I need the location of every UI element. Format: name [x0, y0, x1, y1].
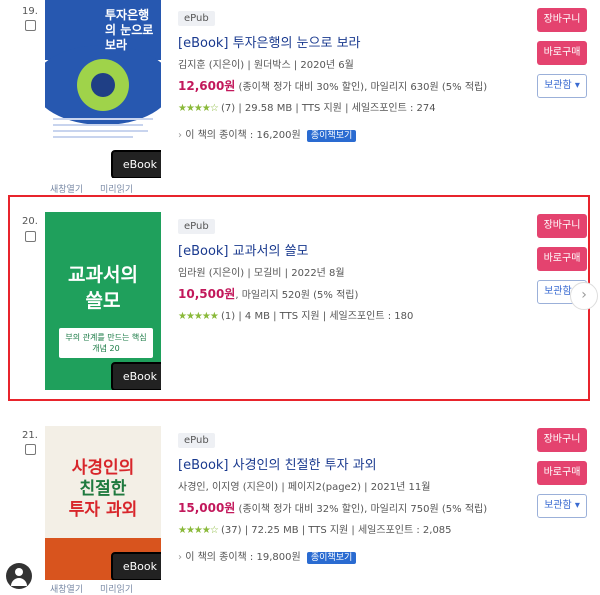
cart-button[interactable]: 장바구니: [537, 8, 587, 32]
ebook-badge: eBook: [110, 362, 161, 390]
price-detail: , 마일리지 520원 (5% 적립): [235, 290, 359, 301]
select-checkbox[interactable]: [25, 444, 36, 455]
buy-button[interactable]: 바로구매: [537, 41, 587, 65]
keep-button[interactable]: 보관함 ▾: [537, 494, 587, 518]
paper-book-button[interactable]: 종이책보기: [306, 130, 357, 142]
paper-book-button[interactable]: 종이책보기: [306, 552, 357, 564]
item-number: 20.: [22, 216, 38, 227]
keep-button[interactable]: 보관함 ▾: [537, 74, 587, 98]
new-window-link[interactable]: 새창열기: [50, 585, 83, 595]
book-meta: 김지훈 (지은이) | 원더박스 | 2020년 6월: [178, 60, 354, 71]
sale-price: 12,600원: [178, 79, 236, 93]
cover-title-line: 친절한: [79, 479, 127, 499]
book-title[interactable]: [eBook] 사경인의 친절한 투자 과외: [178, 454, 528, 473]
action-buttons: 장바구니 바로구매 보관함 ▾: [537, 428, 587, 518]
book-title[interactable]: [eBook] 교과서의 쓸모: [178, 240, 528, 259]
rating-line: ★★★★☆ (37) | 72.25 MB | TTS 지원 | 세일즈포인트 …: [178, 521, 528, 536]
rating-line: ★★★★☆ (7) | 29.58 MB | TTS 지원 | 세일즈포인트 :…: [178, 99, 528, 114]
paper-book-line: › 이 책의 종이책 : 16,200원 종이책보기: [178, 126, 528, 142]
new-window-link[interactable]: 새창열기: [50, 185, 83, 195]
select-checkbox[interactable]: [25, 231, 36, 242]
book-cover[interactable]: 사경인의 친절한 투자 과외 eBook: [45, 426, 161, 580]
book-meta: 사경인, 이지영 (지은이) | 페이지2(page2) | 2021년 11월: [178, 482, 431, 493]
cover-title: 사경인의 친절한 투자 과외: [47, 458, 159, 521]
book-info: ePub [eBook] 사경인의 친절한 투자 과외 사경인, 이지영 (지은…: [178, 428, 528, 564]
buy-button[interactable]: 바로구매: [537, 247, 587, 271]
rating-stars: ★★★★☆: [178, 525, 219, 536]
paper-book-line: › 이 책의 종이책 : 19,800원 종이책보기: [178, 548, 528, 564]
rating-line: ★★★★★ (1) | 4 MB | TTS 지원 | 세일즈포인트 : 180: [178, 307, 528, 322]
cover-title-line: 투자 과외: [68, 500, 138, 520]
cover-title-line: 교과서의: [68, 264, 138, 286]
select-checkbox[interactable]: [25, 20, 36, 31]
paper-price: 이 책의 종이책 : 19,800원: [185, 552, 301, 563]
sale-price: 15,000원: [178, 501, 236, 515]
price-line: 12,600원 (종이책 정가 대비 30% 할인), 마일리지 630원 (5…: [178, 77, 528, 94]
bullet-icon: ›: [178, 130, 182, 141]
cover-title-line: 쓸모: [85, 290, 121, 312]
sale-price: 10,500원: [178, 287, 236, 301]
paper-price: 이 책의 종이책 : 16,200원: [185, 130, 301, 141]
price-detail: (종이책 정가 대비 32% 할인), 마일리지 750원 (5% 적립): [235, 504, 488, 515]
ebook-badge: eBook: [110, 552, 161, 580]
format-badge: ePub: [178, 11, 215, 26]
book-details: (1) | 4 MB | TTS 지원 | 세일즈포인트 : 180: [217, 311, 414, 322]
book-info: ePub [eBook] 교과서의 쓸모 임라원 (지은이) | 모길비 | 2…: [178, 214, 528, 322]
cover-title: 교과서의 쓸모: [45, 262, 161, 314]
price-detail: (종이책 정가 대비 30% 할인), 마일리지 630원 (5% 적립): [235, 82, 488, 93]
bullet-icon: ›: [178, 552, 182, 563]
preview-link[interactable]: 미리읽기: [100, 585, 133, 595]
book-details: (7) | 29.58 MB | TTS 지원 | 세일즈포인트 : 274: [217, 103, 436, 114]
book-title[interactable]: [eBook] 투자은행의 눈으로 보라: [178, 32, 528, 51]
book-details: (37) | 72.25 MB | TTS 지원 | 세일즈포인트 : 2,08…: [217, 525, 452, 536]
rating-stars: ★★★★★: [178, 311, 219, 322]
action-buttons: 장바구니 바로구매 보관함 ▾: [537, 8, 587, 98]
preview-link[interactable]: 미리읽기: [100, 185, 133, 195]
book-info: ePub [eBook] 투자은행의 눈으로 보라 김지훈 (지은이) | 원더…: [178, 6, 528, 142]
price-line: 10,500원, 마일리지 520원 (5% 적립): [178, 285, 528, 302]
rating-stars: ★★★★☆: [178, 103, 219, 114]
buy-button[interactable]: 바로구매: [537, 461, 587, 485]
book-meta: 임라원 (지은이) | 모길비 | 2022년 8월: [178, 268, 345, 279]
cover-subtitle: 부의 관계를 만드는 핵심 개념 20: [59, 328, 153, 358]
cover-links: 새창열기 미리읽기: [50, 182, 147, 195]
item-number: 21.: [22, 430, 38, 441]
format-badge: ePub: [178, 433, 215, 448]
cart-button[interactable]: 장바구니: [537, 214, 587, 238]
price-line: 15,000원 (종이책 정가 대비 32% 할인), 마일리지 750원 (5…: [178, 499, 528, 516]
book-cover[interactable]: 교과서의 쓸모 부의 관계를 만드는 핵심 개념 20 eBook: [45, 212, 161, 390]
format-badge: ePub: [178, 219, 215, 234]
cover-title: 투자은행의 눈으로 보라: [105, 8, 154, 52]
item-number: 19.: [22, 6, 38, 17]
book-cover[interactable]: 투자은행의 눈으로 보라 eBook: [45, 0, 161, 178]
cart-button[interactable]: 장바구니: [537, 428, 587, 452]
ebook-badge: eBook: [110, 150, 161, 178]
cover-title-line: 사경인의: [71, 458, 135, 478]
chevron-right-icon[interactable]: ›: [570, 282, 598, 310]
user-avatar-icon[interactable]: [6, 563, 32, 589]
